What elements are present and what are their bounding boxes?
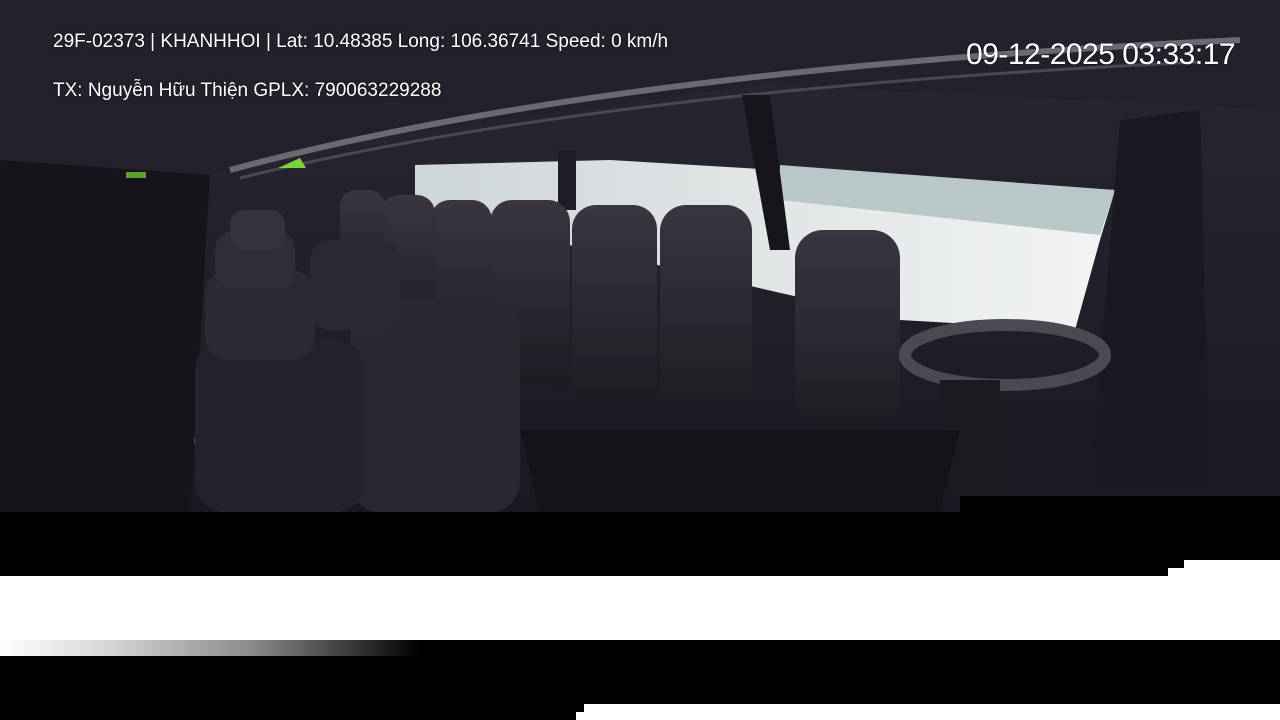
driver-info-text: TX: Nguyễn Hữu Thiện GPLX: 790063229288 [53,80,442,101]
gradient-glitch-strip [0,640,420,656]
vehicle-info-text: 29F-02373 | KHANHHOI | Lat: 10.48385 Lon… [53,31,669,52]
black-glitch-notch [960,496,1280,512]
white-glitch-bottom [584,704,1280,720]
white-glitch-notch [1168,568,1280,576]
dashcam-frame: 29F-02373 | KHANHHOI | Lat: 10.48385 Lon… [0,0,1280,720]
black-glitch-band [0,512,1280,576]
datetime-stamp: 09-12-2025 03:33:17 [966,38,1236,71]
bus-interior-camera-view: 29F-02373 | KHANHHOI | Lat: 10.48385 Lon… [0,0,1280,512]
white-glitch-bottom-notch [576,712,584,720]
bus-interior-scene [0,0,1280,512]
white-glitch-band [0,576,1280,640]
white-glitch-notch [1184,560,1280,568]
